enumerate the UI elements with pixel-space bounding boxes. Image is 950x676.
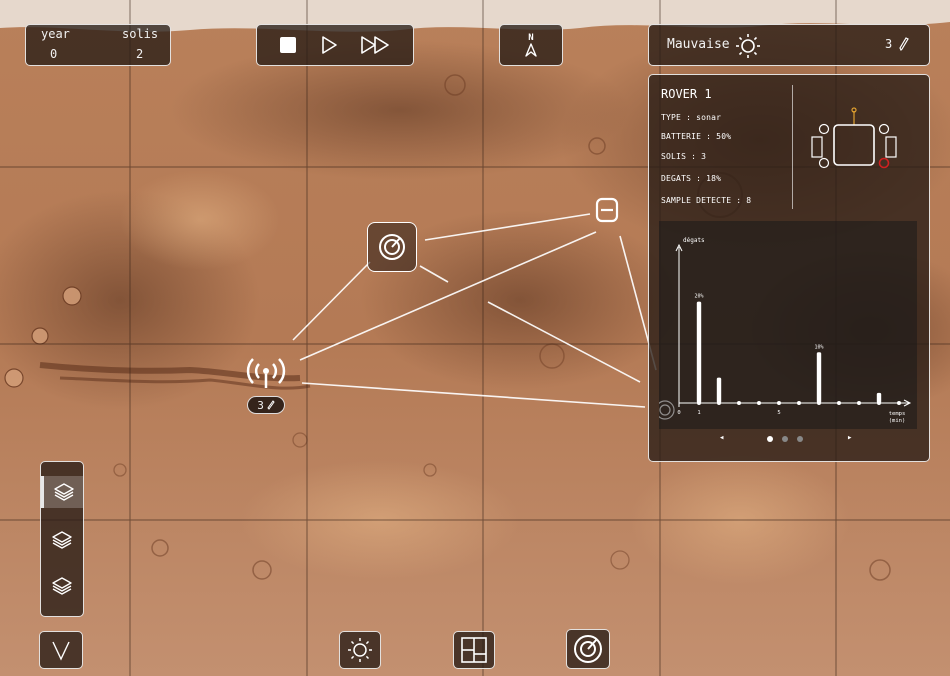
station-badge: 3: [247, 396, 285, 414]
pencil-icon: [899, 37, 909, 51]
damage-chart: dégats temps (min) 20% 10% 0 1 5: [659, 221, 917, 429]
pager-dot[interactable]: [767, 436, 773, 442]
axis-dot: [777, 401, 781, 405]
grid-icon: [461, 637, 487, 663]
axis-dot: [837, 401, 841, 405]
pager-dot[interactable]: [797, 436, 803, 442]
pager-dot[interactable]: [782, 436, 788, 442]
x-tick-label: 0: [677, 410, 680, 416]
north-arrow-icon: [525, 42, 537, 57]
y-axis-label: dégats: [683, 237, 705, 244]
chart-bar: [716, 377, 722, 403]
north-label: N: [528, 32, 534, 43]
sonar-icon: [379, 234, 405, 260]
layer-button-2[interactable]: [41, 524, 83, 556]
weather-label: Mauvaise: [667, 37, 730, 52]
layers-icon: [53, 483, 74, 501]
layer-button-3[interactable]: [41, 570, 83, 602]
panel-divider: [792, 85, 793, 209]
sonar-button[interactable]: [566, 629, 610, 669]
rover-damage: DEGATS : 18%: [661, 174, 722, 183]
layers-toolbar: [40, 461, 84, 617]
playback-controls: [256, 24, 414, 66]
axis-dot: [897, 401, 901, 405]
axis-dot: [797, 401, 801, 405]
x-tick-label: 1: [697, 410, 700, 416]
prev-page-button[interactable]: ◂: [719, 433, 724, 443]
axis-dot: [737, 401, 741, 405]
sonar-icon: [574, 635, 602, 663]
rover-solis: SOLIS : 3: [661, 152, 707, 161]
antenna-icon: [246, 358, 286, 388]
play-icon: [322, 36, 337, 54]
data-label: 20%: [694, 294, 703, 300]
sun-button[interactable]: [339, 631, 381, 669]
layer-button-1[interactable]: [41, 476, 83, 508]
axis-dot: [757, 401, 761, 405]
stop-icon: [279, 37, 296, 53]
x-tick-label: 5: [777, 410, 780, 416]
axis-dot: [857, 401, 861, 405]
grid-button[interactable]: [453, 631, 495, 669]
sun-icon: [736, 34, 760, 58]
rover-icon: [595, 197, 619, 223]
year-label: year: [41, 27, 70, 41]
fast-forward-button[interactable]: [360, 35, 392, 55]
collapse-button[interactable]: [39, 631, 83, 669]
weather-panel: Mauvaise 3: [648, 24, 930, 66]
solis-value: 2: [136, 47, 144, 61]
next-page-button[interactable]: ▸: [847, 433, 852, 443]
chevron-down-icon: [52, 641, 70, 661]
map-node-rover[interactable]: [592, 196, 622, 224]
compass-button[interactable]: N: [499, 24, 563, 66]
rover-samples: SAMPLE DETECTE : 8: [661, 196, 752, 205]
solis-label: solis: [122, 27, 159, 41]
rover-battery: BATTERIE : 50%: [661, 132, 732, 141]
layers-icon: [52, 531, 72, 549]
layers-icon: [52, 577, 72, 595]
map-node-sonar[interactable]: [367, 222, 417, 272]
x-axis-label-line2: (min): [889, 418, 906, 424]
x-axis-label-line1: temps: [889, 411, 906, 417]
chart-bar: [696, 301, 702, 403]
time-counter: year 0 solis 2: [25, 24, 171, 66]
year-value: 0: [50, 47, 58, 61]
rover-panel: ROVER 1 TYPE : sonar BATTERIE : 50% SOLI…: [648, 74, 930, 462]
weather-count: 3: [885, 37, 893, 51]
rover-schematic: [811, 107, 897, 169]
sun-icon: [348, 638, 372, 662]
stop-button[interactable]: [278, 35, 298, 55]
play-button[interactable]: [319, 35, 339, 55]
chart-bar: [876, 392, 882, 403]
pager-dots: [767, 436, 803, 442]
rover-title: ROVER 1: [661, 87, 712, 101]
station-count: 3: [257, 398, 264, 412]
map-node-antenna[interactable]: [244, 356, 288, 390]
data-label: 10%: [814, 344, 823, 350]
rover-type: TYPE : sonar: [661, 113, 722, 122]
pencil-icon: [267, 400, 275, 410]
chart-bar: [816, 352, 822, 403]
x-axis-label: temps (min): [889, 411, 906, 424]
fast-forward-icon: [361, 36, 390, 54]
